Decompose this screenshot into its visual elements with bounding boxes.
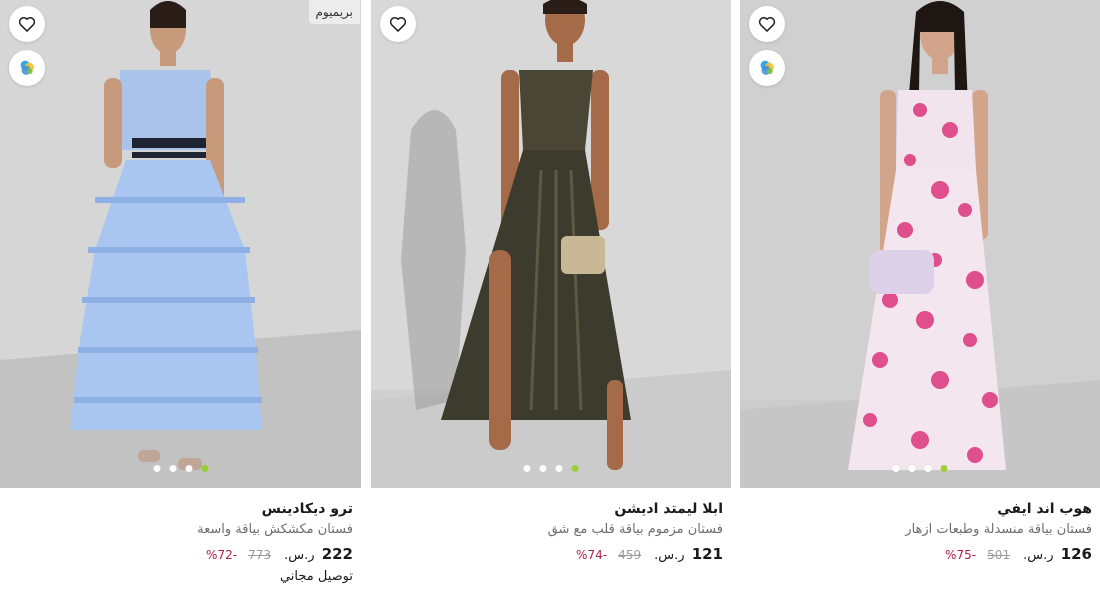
product-title[interactable]: فستان مكشكش بياقة واسعة xyxy=(8,520,353,540)
product-info: ابلا ليمتد اديشن فستان مزموم بياقة قلب م… xyxy=(379,498,723,567)
discount-badge: -75% xyxy=(945,548,977,562)
discount-badge: -72% xyxy=(206,548,238,562)
price-value: 121 xyxy=(691,545,723,563)
product-card[interactable]: بريميوم ترو ديكادينس فستان مكشكش بياقة و… xyxy=(0,0,361,591)
wishlist-button[interactable] xyxy=(9,6,45,42)
product-photo xyxy=(740,0,1100,488)
price-value: 222 xyxy=(321,545,353,563)
product-title[interactable]: فستان مزموم بياقة قلب مع شق xyxy=(379,520,723,540)
image-carousel-dots[interactable] xyxy=(523,465,579,472)
original-price: 773 xyxy=(248,548,272,562)
wishlist-button[interactable] xyxy=(749,6,785,42)
image-carousel-dots[interactable] xyxy=(153,465,208,472)
carousel-dot-active[interactable] xyxy=(571,465,579,472)
carousel-dot[interactable] xyxy=(153,465,160,472)
product-title[interactable]: فستان بياقة منسدلة وطبعات ازهار xyxy=(748,520,1092,540)
price-row: 222 ر.س. 773 -72% xyxy=(8,543,353,567)
carousel-dot[interactable] xyxy=(892,465,900,472)
image-carousel-dots[interactable] xyxy=(892,465,948,472)
price-currency: ر.س. xyxy=(1023,548,1054,563)
free-shipping-label: توصيل مجاني xyxy=(279,569,353,584)
carousel-dot[interactable] xyxy=(185,465,192,472)
carousel-dot[interactable] xyxy=(539,465,547,472)
similar-items-icon xyxy=(20,60,34,75)
price-row: 126 ر.س. 501 -75% xyxy=(748,543,1092,567)
original-price: 501 xyxy=(987,548,1011,562)
price-row: 121 ر.س. 459 -74% xyxy=(379,543,723,567)
carousel-dot-active[interactable] xyxy=(940,465,948,472)
carousel-dot[interactable] xyxy=(169,465,176,472)
carousel-dot[interactable] xyxy=(555,465,563,472)
product-image[interactable]: بريميوم xyxy=(0,0,361,488)
similar-items-icon xyxy=(760,60,774,75)
premium-badge: بريميوم xyxy=(308,0,360,24)
similar-items-button[interactable] xyxy=(9,50,45,86)
carousel-dot[interactable] xyxy=(924,465,932,472)
product-card[interactable]: ابلا ليمتد اديشن فستان مزموم بياقة قلب م… xyxy=(371,0,731,591)
heart-icon xyxy=(389,17,407,32)
product-brand[interactable]: ترو ديكادينس xyxy=(8,498,353,520)
carousel-dot[interactable] xyxy=(908,465,916,472)
product-info: هوب اند ايفي فستان بياقة منسدلة وطبعات ا… xyxy=(748,498,1092,567)
product-info: ترو ديكادينس فستان مكشكش بياقة واسعة 222… xyxy=(8,498,353,587)
price-currency: ر.س. xyxy=(654,548,685,563)
product-brand[interactable]: هوب اند ايفي xyxy=(748,498,1092,520)
similar-items-button[interactable] xyxy=(749,50,785,86)
carousel-dot[interactable] xyxy=(523,465,531,472)
carousel-dot-active[interactable] xyxy=(201,465,208,472)
wishlist-button[interactable] xyxy=(380,6,416,42)
product-card[interactable]: هوب اند ايفي فستان بياقة منسدلة وطبعات ا… xyxy=(740,0,1100,591)
product-photo xyxy=(0,0,361,488)
product-brand[interactable]: ابلا ليمتد اديشن xyxy=(379,498,723,520)
product-image[interactable] xyxy=(740,0,1100,488)
price-value: 126 xyxy=(1060,545,1092,563)
heart-icon xyxy=(758,17,776,32)
price-currency: ر.س. xyxy=(284,548,315,563)
original-price: 459 xyxy=(618,548,642,562)
product-grid: بريميوم ترو ديكادينس فستان مكشكش بياقة و… xyxy=(0,0,1100,591)
product-photo xyxy=(371,0,731,488)
heart-icon xyxy=(18,17,36,32)
product-image[interactable] xyxy=(371,0,731,488)
discount-badge: -74% xyxy=(576,548,608,562)
